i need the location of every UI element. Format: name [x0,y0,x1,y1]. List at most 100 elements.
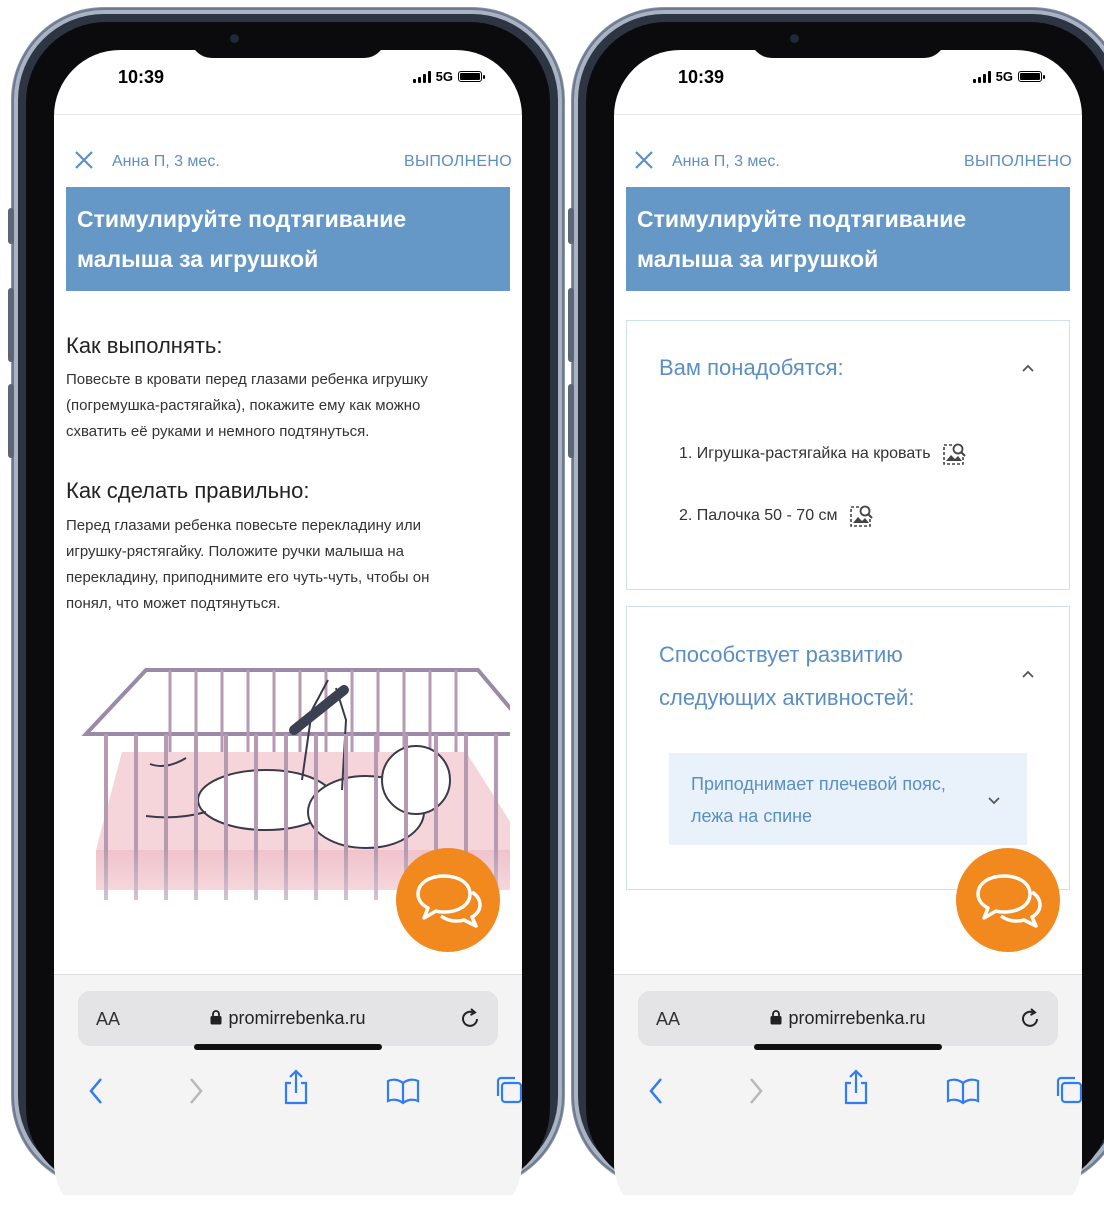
correct-line: понял, что может подтянуться. [66,595,281,612]
development-title: Способствует развитию следующих активнос… [659,633,914,719]
correct-section: Как сделать правильно: Перед глазами реб… [66,478,512,617]
forward-icon[interactable] [184,1075,208,1107]
chevron-up-icon[interactable] [1021,361,1035,375]
howto-line: Повесьте в кровати перед глазами ребенка… [66,371,428,388]
top-nav: Анна П, 3 мес. ВЫПОЛНЕНО [54,140,522,186]
tabs-icon[interactable] [1054,1075,1082,1105]
back-icon[interactable] [644,1075,668,1107]
status-bar: 10:39 5G [54,50,522,114]
needs-item-label: 2. Палочка 50 - 70 см [679,507,838,524]
status-bar: 10:39 5G [614,50,1082,114]
chat-icon [976,874,1042,928]
skill-label: Приподнимает плечевой пояс, лежа на спин… [691,768,946,832]
chevron-up-icon[interactable] [1021,667,1035,681]
close-icon[interactable] [632,148,656,172]
image-search-icon[interactable] [941,441,967,467]
needs-item: 2. Палочка 50 - 70 см [679,503,874,529]
share-icon[interactable] [282,1069,310,1105]
patient-link[interactable]: Анна П, 3 мес. [112,153,220,171]
skill-item[interactable]: Приподнимает плечевой пояс, лежа на спин… [669,753,1027,845]
image-search-icon[interactable] [848,503,874,529]
development-title-line: Способствует развитию [659,642,903,667]
howto-section: Как выполнять: Повесьте в кровати перед … [66,333,512,445]
close-icon[interactable] [72,148,96,172]
browser-toolbar [54,1069,522,1115]
exercise-title: Стимулируйте подтягивание малыша за игру… [637,199,1060,279]
network-type: 5G [435,69,453,84]
signal-icon [972,70,991,83]
done-button[interactable]: ВЫПОЛНЕНО [404,153,512,171]
phone-left: 10:39 5G Анна П, 3 мес. ВЫПОЛНЕНО Стимул… [8,8,564,1228]
address-bar[interactable]: AA promirrebenka.ru [78,991,498,1046]
bookmarks-icon[interactable] [946,1077,980,1105]
battery-icon [458,71,485,82]
needs-item: 1. Игрушка-растягайка на кровать [679,441,967,467]
divider [54,114,522,115]
signal-icon [412,70,431,83]
reload-icon[interactable] [458,1006,482,1030]
back-icon[interactable] [84,1075,108,1107]
correct-line: игрушку-рястягайку. Положите ручки малыш… [66,543,404,560]
status-indicators: 5G [972,69,1045,84]
mute-switch [8,208,14,244]
status-indicators: 5G [412,69,485,84]
mute-switch [568,208,574,244]
chat-icon [416,874,482,928]
howto-line: схватить её руками и немного подтянуться… [66,423,370,440]
notch [750,22,946,58]
patient-link[interactable]: Анна П, 3 мес. [672,153,780,171]
url-display: promirrebenka.ru [638,1008,1058,1029]
howto-text: Повесьте в кровати перед глазами ребенка… [66,367,512,445]
skill-line: Приподнимает плечевой пояс, [691,774,946,794]
browser-chrome: AA promirrebenka.ru [54,974,522,1195]
bookmarks-icon[interactable] [386,1077,420,1105]
notch [190,22,386,58]
skill-line: лежа на спине [691,806,813,826]
chat-button[interactable] [956,848,1060,952]
lock-icon [770,1010,782,1025]
phone-right: 10:39 5G Анна П, 3 мес. ВЫПОЛНЕНО Стимул… [568,8,1104,1228]
url-display: promirrebenka.ru [78,1008,498,1029]
bezel: 10:39 5G Анна П, 3 мес. ВЫПОЛНЕНО Стимул… [586,22,1104,1228]
exercise-title-banner: Стимулируйте подтягивание малыша за игру… [626,187,1070,291]
screen: 10:39 5G Анна П, 3 мес. ВЫПОЛНЕНО Стимул… [54,50,522,1228]
exercise-title-banner: Стимулируйте подтягивание малыша за игру… [66,187,510,291]
chevron-down-icon[interactable] [987,793,1001,807]
divider [614,114,1082,115]
home-indicator[interactable] [194,1044,382,1050]
howto-line: (погремушка-растягайка), покажите ему ка… [66,397,421,414]
status-time: 10:39 [678,67,725,87]
browser-chrome: AA promirrebenka.ru [614,974,1082,1195]
chat-button[interactable] [396,848,500,952]
front-camera [790,34,799,43]
title-line: Стимулируйте подтягивание [77,206,407,232]
status-time: 10:39 [118,67,165,87]
bezel: 10:39 5G Анна П, 3 мес. ВЫПОЛНЕНО Стимул… [26,22,550,1228]
title-line: малыша за игрушкой [77,246,319,272]
address-bar[interactable]: AA promirrebenka.ru [638,991,1058,1046]
volume-down-button [8,384,14,458]
done-button[interactable]: ВЫПОЛНЕНО [964,153,1072,171]
network-type: 5G [995,69,1013,84]
reload-icon[interactable] [1018,1006,1042,1030]
front-camera [230,34,239,43]
correct-text: Перед глазами ребенка повесьте переклади… [66,513,512,617]
top-nav: Анна П, 3 мес. ВЫПОЛНЕНО [614,140,1082,186]
needs-title: Вам понадобятся: [659,355,844,380]
title-line: Стимулируйте подтягивание [637,206,967,232]
screen: 10:39 5G Анна П, 3 мес. ВЫПОЛНЕНО Стимул… [614,50,1082,1228]
share-icon[interactable] [842,1069,870,1105]
forward-icon[interactable] [744,1075,768,1107]
correct-heading: Как сделать правильно: [66,478,310,503]
correct-line: перекладину, приподнимите его чуть-чуть,… [66,569,430,586]
title-line: малыша за игрушкой [637,246,879,272]
tabs-icon[interactable] [494,1075,522,1105]
volume-up-button [8,288,14,362]
lock-icon [210,1010,222,1025]
howto-heading: Как выполнять: [66,333,223,358]
needs-item-label: 1. Игрушка-растягайка на кровать [679,445,931,462]
exercise-title: Стимулируйте подтягивание малыша за игру… [77,199,500,279]
home-indicator[interactable] [754,1044,942,1050]
battery-icon [1018,71,1045,82]
needs-card: Вам понадобятся: 1. Игрушка-растягайка н… [626,320,1070,590]
